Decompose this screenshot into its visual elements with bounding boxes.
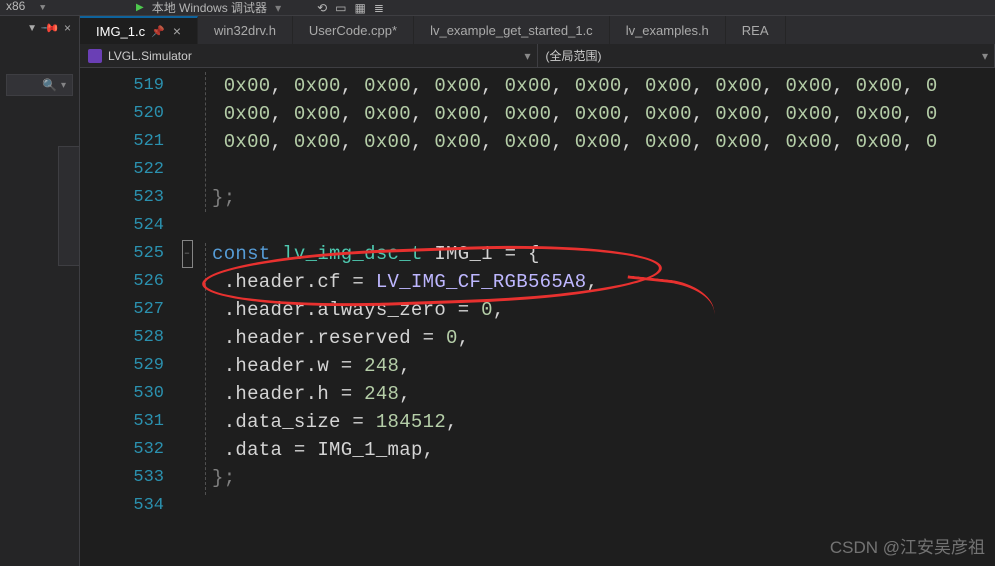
tab-lv-examples-h[interactable]: lv_examples.h (610, 16, 726, 44)
chevron-down-icon[interactable]: ▼ (27, 23, 37, 34)
play-icon[interactable]: ▶ (136, 2, 144, 13)
search-input[interactable]: 🔍 ▾ (6, 74, 73, 96)
watermark: CSDN @江安吴彦祖 (830, 533, 985, 558)
collapsed-panel-tab[interactable] (58, 146, 80, 266)
tab-win32drv-h[interactable]: win32drv.h (198, 16, 293, 44)
line-numbers: 5195205215225235245255265275285295305315… (110, 68, 174, 566)
tab-img-1-c[interactable]: IMG_1.c📌× (80, 16, 198, 44)
tab-lv-example-get-started-1-c[interactable]: lv_example_get_started_1.c (414, 16, 610, 44)
toolbar-icon[interactable]: ≣ (374, 1, 384, 15)
chevron-down-icon: ▾ (524, 49, 530, 63)
tab-rea[interactable]: REA (726, 16, 786, 44)
debugger-selector[interactable]: 本地 Windows 调试器 (152, 0, 267, 16)
nav-scope-selector[interactable]: LVGL.Simulator ▾ (80, 44, 538, 67)
code-content[interactable]: 0x00, 0x00, 0x00, 0x00, 0x00, 0x00, 0x00… (212, 68, 995, 566)
toolbar-icon[interactable]: ▭ (335, 1, 346, 15)
pin-icon[interactable]: 📌 (40, 18, 60, 38)
project-icon (88, 49, 102, 63)
fold-column[interactable]: − (174, 68, 200, 566)
close-icon[interactable]: × (64, 21, 71, 35)
search-icon: 🔍 (42, 78, 57, 92)
close-icon[interactable]: × (173, 23, 181, 39)
chevron-down-icon: ▾ (982, 49, 988, 63)
toolbar-icon[interactable]: ▦ (355, 1, 366, 15)
nav-bar: LVGL.Simulator ▾ (全局范围) ▾ (80, 44, 995, 68)
chevron-down-icon: ▼ (40, 3, 45, 13)
fold-toggle[interactable]: − (182, 240, 193, 268)
platform-selector[interactable]: x86 (6, 0, 25, 13)
top-toolbar: ▶ 本地 Windows 调试器 ▾ ⟲ ▭ ▦ ≣ (0, 0, 995, 16)
code-editor[interactable]: 5195205215225235245255265275285295305315… (80, 68, 995, 566)
toolbar-icon[interactable]: ⟲ (317, 1, 327, 15)
side-panel: ▼ 📌 × 🔍 ▾ (0, 16, 80, 566)
nav-member-selector[interactable]: (全局范围) ▾ (538, 44, 995, 67)
tab-usercode-cpp-[interactable]: UserCode.cpp* (293, 16, 414, 44)
document-tabs: IMG_1.c📌×win32drv.hUserCode.cpp*lv_examp… (80, 16, 995, 44)
pin-icon[interactable]: 📌 (151, 25, 165, 38)
